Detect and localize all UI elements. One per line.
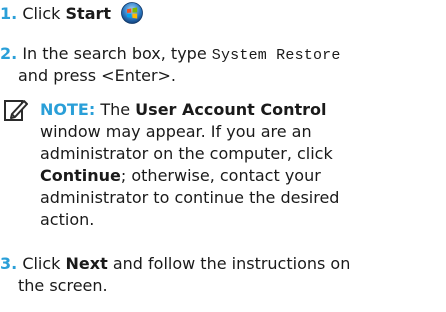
step-1-number: 1.: [0, 4, 18, 23]
step-3-bold: Next: [65, 254, 108, 273]
note-label: NOTE:: [40, 100, 96, 119]
step-3: 3. Click Next and follow the instruction…: [0, 254, 350, 274]
pencil-note-icon: [4, 100, 28, 121]
note-line-6: action.: [40, 210, 95, 229]
step-1-text: Click: [22, 4, 66, 23]
note-line-3: administrator on the computer, click: [40, 144, 333, 163]
step-2-code: System Restore: [211, 47, 341, 64]
note-line-1: NOTE: The User Account Control: [40, 100, 326, 120]
step-2-continuation: and press <Enter>.: [18, 66, 177, 85]
step-2-number: 2.: [0, 44, 18, 63]
step-3-number: 3.: [0, 254, 18, 273]
note-line-4: Continue; otherwise, contact your: [40, 166, 321, 186]
step-1-bold: Start: [65, 4, 112, 23]
windows-start-orb-icon: [121, 2, 144, 24]
note-text-2: ; otherwise, contact your: [120, 166, 321, 185]
step-2: 2. In the search box, type System Restor…: [0, 44, 341, 66]
note-bold-uac: User Account Control: [135, 100, 327, 119]
note-line-2: window may appear. If you are an: [40, 122, 312, 141]
step-2-text: In the search box, type: [22, 44, 212, 63]
step-3-text: Click: [22, 254, 66, 273]
note-text-1: The: [95, 100, 136, 119]
note-bold-continue: Continue: [40, 166, 121, 185]
note-line-5: administrator to continue the desired: [40, 188, 340, 207]
step-3-post: and follow the instructions on: [107, 254, 351, 273]
instructions-document: 1. Click Start 2. In the search box, typ…: [0, 0, 446, 312]
step-3-continuation: the screen.: [18, 276, 108, 295]
step-1: 1. Click Start: [0, 2, 144, 24]
